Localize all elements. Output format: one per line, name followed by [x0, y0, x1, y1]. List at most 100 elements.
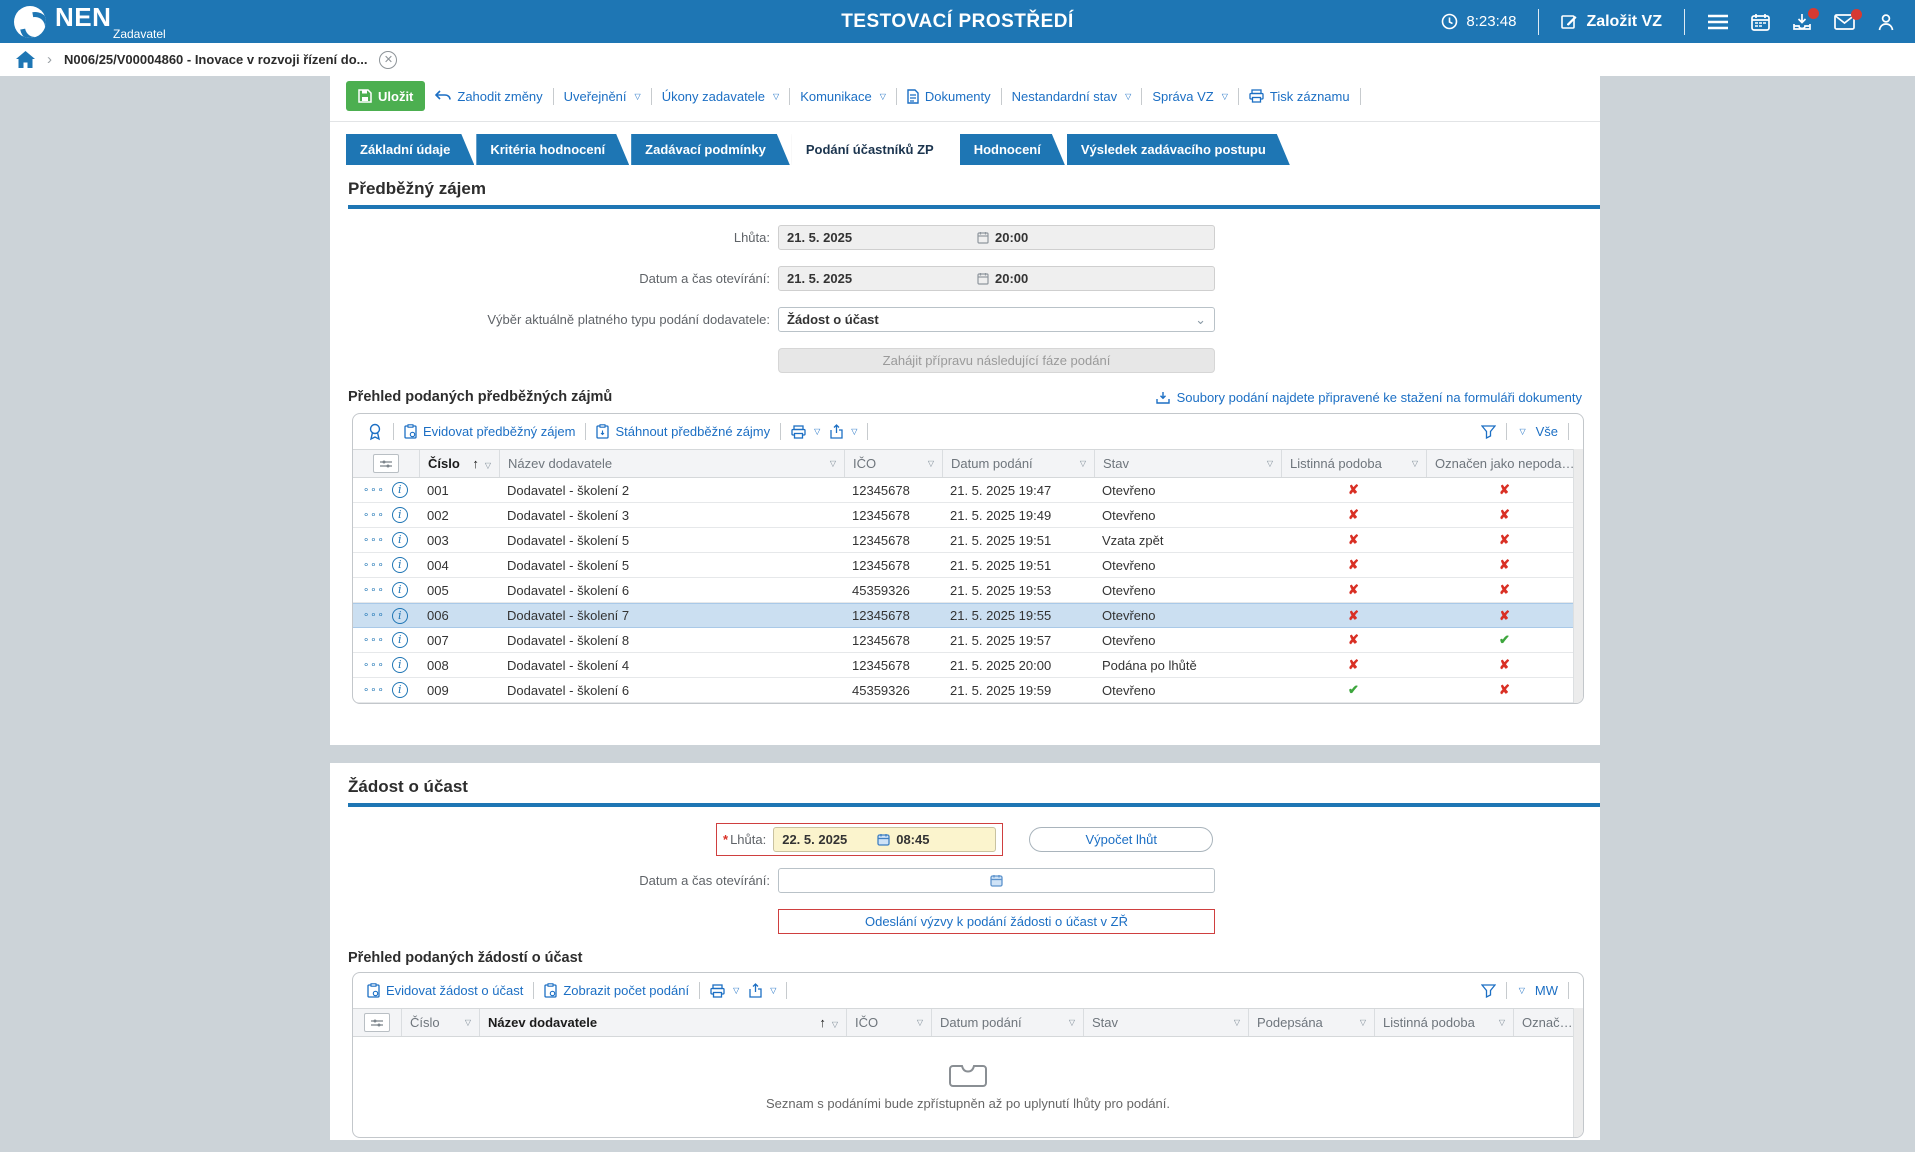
create-vz-button[interactable]: Založit VZ	[1561, 13, 1662, 31]
inbox-button[interactable]	[1792, 13, 1812, 31]
filter-caret-icon[interactable]: ▽	[465, 1018, 471, 1027]
column-header-datum[interactable]: Datum podání▽	[931, 1009, 1083, 1036]
show-submission-count-button[interactable]: Zobrazit počet podání	[544, 983, 689, 998]
info-icon[interactable]: i	[392, 582, 408, 598]
nonstandard-state-menu-button[interactable]: Nestandardní stav▽	[1012, 89, 1132, 104]
column-header-ico[interactable]: IČO▽	[844, 450, 942, 477]
view-caret-icon[interactable]: ▽	[1519, 986, 1525, 995]
info-icon[interactable]: i	[392, 532, 408, 548]
filter-caret-icon[interactable]: ▽	[928, 459, 934, 468]
tab-zakladni-udaje[interactable]: Základní údaje	[346, 134, 474, 165]
row-menu-icon[interactable]: ∘∘∘	[363, 510, 385, 521]
breadcrumb-item[interactable]: N006/25/V00004860 - Inovace v rozvoji ří…	[64, 52, 367, 67]
filter-icon[interactable]	[1481, 425, 1496, 439]
info-icon[interactable]: i	[392, 507, 408, 523]
column-header-listinna[interactable]: Listinná podoba▽	[1281, 450, 1426, 477]
print-table-button[interactable]: ▽	[710, 984, 739, 998]
documents-button[interactable]: Dokumenty	[907, 89, 991, 104]
info-icon[interactable]: i	[392, 682, 408, 698]
info-icon[interactable]: i	[392, 657, 408, 673]
communication-menu-button[interactable]: Komunikace▽	[800, 89, 886, 104]
calendar-button[interactable]	[1751, 13, 1770, 31]
export-table-button[interactable]: ▽	[749, 983, 776, 998]
print-record-button[interactable]: Tisk záznamu	[1249, 89, 1350, 104]
filter-icon[interactable]	[1481, 984, 1496, 998]
filter-caret-icon[interactable]: ▽	[832, 1020, 838, 1029]
row-menu-icon[interactable]: ∘∘∘	[363, 485, 385, 496]
filter-caret-icon[interactable]: ▽	[830, 459, 836, 468]
column-header-podepsana[interactable]: Podepsána▽	[1248, 1009, 1374, 1036]
row-menu-icon[interactable]: ∘∘∘	[363, 610, 385, 621]
submission-files-link[interactable]: Soubory podání najdete připravené ke sta…	[1156, 390, 1582, 405]
tab-podani-ucastniku[interactable]: Podání účastníků ZP	[792, 134, 958, 165]
tab-vysledek[interactable]: Výsledek zadávacího postupu	[1067, 134, 1290, 165]
request-opening-input[interactable]	[778, 868, 1215, 893]
row-menu-icon[interactable]: ∘∘∘	[363, 585, 385, 596]
table-row[interactable]: ∘∘∘i 007 Dodavatel - školení 8 12345678 …	[353, 628, 1583, 653]
close-tab-icon[interactable]: ✕	[379, 51, 397, 69]
table-row[interactable]: ∘∘∘i 004 Dodavatel - školení 5 12345678 …	[353, 553, 1583, 578]
calculate-deadlines-button[interactable]: Výpočet lhůt	[1029, 827, 1213, 852]
table-row[interactable]: ∘∘∘i 009 Dodavatel - školení 6 45359326 …	[353, 678, 1583, 703]
filter-caret-icon[interactable]: ▽	[1499, 1018, 1505, 1027]
column-header-cislo[interactable]: Číslo▽	[401, 1009, 479, 1036]
column-header-nazev[interactable]: Název dodavatele▽	[499, 450, 844, 477]
publish-menu-button[interactable]: Uveřejnění▽	[564, 89, 641, 104]
column-header-nepodany[interactable]: Označen jako nepodaný	[1426, 450, 1583, 477]
info-icon[interactable]: i	[392, 608, 408, 624]
calendar-small-icon[interactable]	[990, 874, 1003, 887]
filter-caret-icon[interactable]: ▽	[1234, 1018, 1240, 1027]
column-header-stav[interactable]: Stav▽	[1083, 1009, 1248, 1036]
nen-logo[interactable]: NEN Zadavatel	[14, 4, 166, 40]
vz-admin-menu-button[interactable]: Správa VZ▽	[1152, 89, 1228, 104]
award-icon[interactable]	[367, 423, 383, 441]
column-settings-icon[interactable]	[364, 1013, 390, 1032]
messages-button[interactable]	[1834, 14, 1855, 30]
table-row[interactable]: ∘∘∘i 008 Dodavatel - školení 4 12345678 …	[353, 653, 1583, 678]
info-icon[interactable]: i	[392, 632, 408, 648]
next-phase-button[interactable]: Zahájit přípravu následující fáze podání	[778, 348, 1215, 373]
view-selector[interactable]: MW	[1535, 983, 1558, 998]
filter-caret-icon[interactable]: ▽	[1080, 459, 1086, 468]
submission-type-select[interactable]: Žádost o účast ⌄	[778, 307, 1215, 332]
filter-caret-icon[interactable]: ▽	[917, 1018, 923, 1027]
row-menu-icon[interactable]: ∘∘∘	[363, 560, 385, 571]
table-row[interactable]: ∘∘∘i 002 Dodavatel - školení 3 12345678 …	[353, 503, 1583, 528]
column-header-ico[interactable]: IČO▽	[846, 1009, 931, 1036]
print-table-button[interactable]: ▽	[791, 425, 820, 439]
column-header-datum[interactable]: Datum podání▽	[942, 450, 1094, 477]
column-header-nazev[interactable]: Název dodavatele↑▽	[479, 1009, 846, 1036]
send-invitation-button[interactable]: Odeslání výzvy k podání žádosti o účast …	[778, 909, 1215, 934]
info-icon[interactable]: i	[392, 482, 408, 498]
tab-zadavaci-podminky[interactable]: Zadávací podmínky	[631, 134, 790, 165]
filter-caret-icon[interactable]: ▽	[1267, 459, 1273, 468]
view-selector[interactable]: Vše	[1536, 424, 1558, 439]
table-row[interactable]: ∘∘∘i 003 Dodavatel - školení 5 12345678 …	[353, 528, 1583, 553]
save-button[interactable]: Uložit	[346, 81, 425, 111]
row-menu-icon[interactable]: ∘∘∘	[363, 685, 385, 696]
row-menu-icon[interactable]: ∘∘∘	[363, 660, 385, 671]
request-deadline-input[interactable]: 22. 5. 2025 08:45	[773, 827, 996, 852]
tab-kriteria-hodnoceni[interactable]: Kritéria hodnocení	[476, 134, 629, 165]
contracting-actions-menu-button[interactable]: Úkony zadavatele▽	[662, 89, 780, 104]
filter-caret-icon[interactable]: ▽	[1360, 1018, 1366, 1027]
register-request-button[interactable]: Evidovat žádost o účast	[367, 983, 523, 998]
view-caret-icon[interactable]: ▽	[1519, 427, 1525, 436]
column-header-listinna[interactable]: Listinná podoba▽	[1374, 1009, 1513, 1036]
filter-caret-icon[interactable]: ▽	[1412, 459, 1418, 468]
filter-caret-icon[interactable]: ▽	[1069, 1018, 1075, 1027]
discard-changes-button[interactable]: Zahodit změny	[435, 89, 542, 104]
row-menu-icon[interactable]: ∘∘∘	[363, 535, 385, 546]
column-header-cislo[interactable]: Číslo↑▽	[419, 450, 499, 477]
info-icon[interactable]: i	[392, 557, 408, 573]
row-menu-icon[interactable]: ∘∘∘	[363, 635, 385, 646]
table-row-selected[interactable]: ∘∘∘i 006 Dodavatel - školení 7 12345678 …	[353, 603, 1583, 628]
tab-hodnoceni[interactable]: Hodnocení	[960, 134, 1065, 165]
column-header-stav[interactable]: Stav▽	[1094, 450, 1281, 477]
table-scrollbar[interactable]	[1573, 1008, 1583, 1137]
calendar-small-icon[interactable]	[877, 833, 890, 846]
profile-button[interactable]	[1877, 13, 1895, 31]
table-row[interactable]: ∘∘∘i 005 Dodavatel - školení 6 45359326 …	[353, 578, 1583, 603]
table-scrollbar[interactable]	[1573, 449, 1583, 703]
table-row[interactable]: ∘∘∘i 001 Dodavatel - školení 2 12345678 …	[353, 478, 1583, 503]
